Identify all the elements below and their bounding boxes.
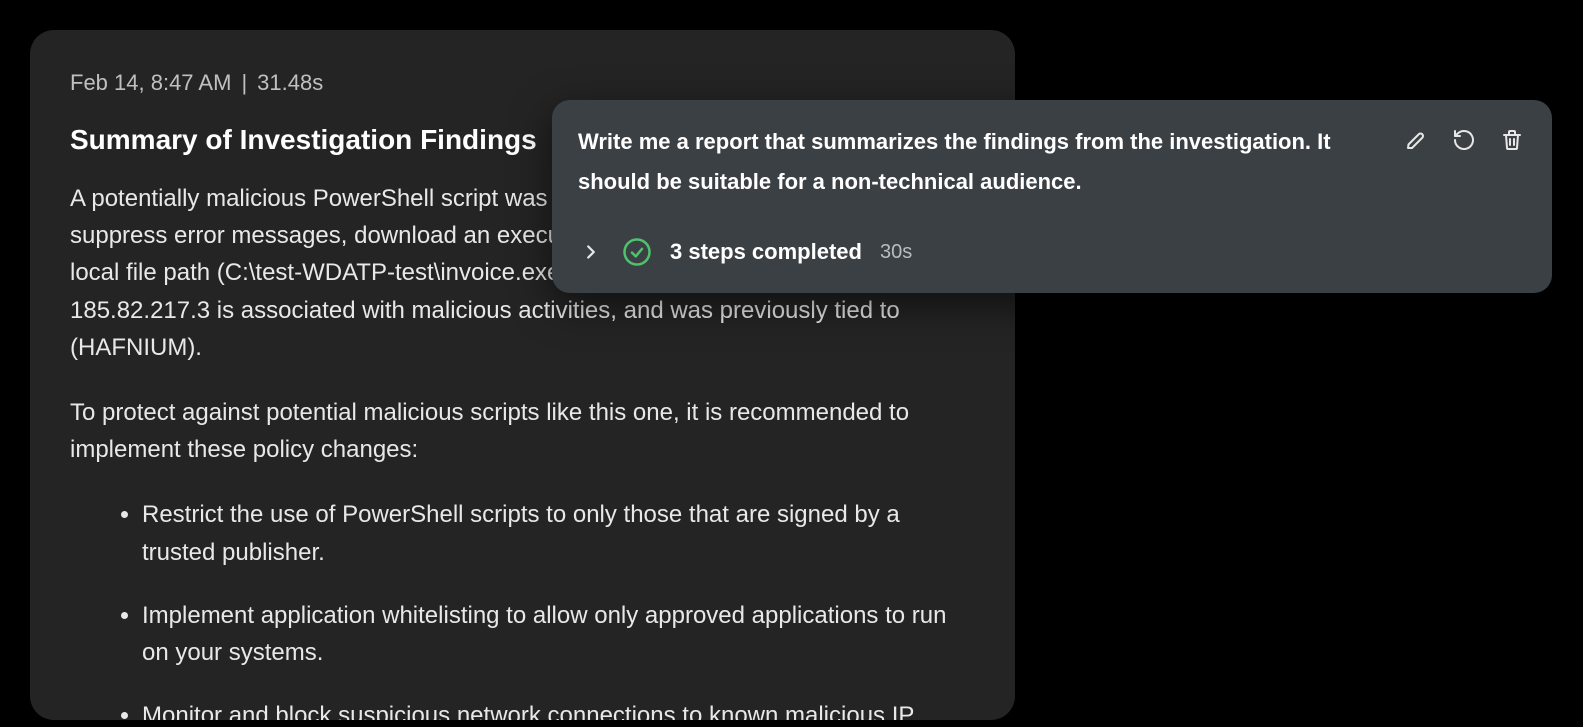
chevron-right-icon[interactable] — [578, 239, 604, 265]
edit-icon[interactable] — [1402, 126, 1430, 154]
status-label: 3 steps completed — [670, 239, 862, 265]
report-timestamp: Feb 14, 8:47 AM — [70, 70, 231, 96]
list-item: Monitor and block suspicious network con… — [142, 697, 975, 720]
report-duration: 31.48s — [257, 70, 323, 96]
check-circle-icon — [622, 237, 652, 267]
report-meta: Feb 14, 8:47 AM | 31.48s — [70, 70, 975, 96]
list-item: Restrict the use of PowerShell scripts t… — [142, 496, 975, 570]
status-duration: 30s — [880, 241, 912, 264]
prompt-actions — [1402, 122, 1526, 154]
prompt-panel: Write me a report that summarizes the fi… — [552, 100, 1552, 293]
prompt-text: Write me a report that summarizes the fi… — [578, 122, 1384, 201]
report-recommendations: Restrict the use of PowerShell scripts t… — [70, 496, 975, 720]
delete-icon[interactable] — [1498, 126, 1526, 154]
meta-separator: | — [241, 70, 247, 96]
list-item: Implement application whitelisting to al… — [142, 597, 975, 671]
status-row: 3 steps completed 30s — [578, 237, 1526, 267]
report-paragraph-2: To protect against potential malicious s… — [70, 394, 975, 468]
refresh-icon[interactable] — [1450, 126, 1478, 154]
